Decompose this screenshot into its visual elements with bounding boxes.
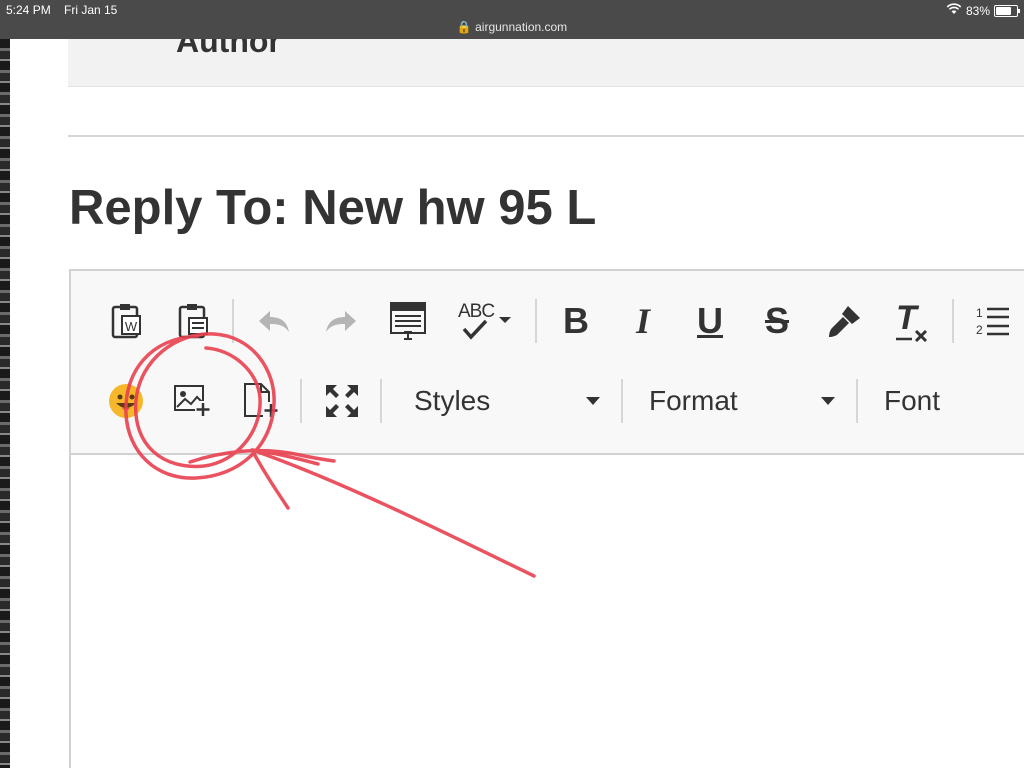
underline-icon: U <box>697 300 723 341</box>
bold-button[interactable]: B <box>554 299 598 343</box>
battery-percent: 83% <box>965 3 990 18</box>
editor-toolbar: W ABC B I U S T 1 2 Styles Format Font <box>71 271 1024 455</box>
wifi-icon <box>946 3 962 18</box>
font-label: Font <box>884 385 941 416</box>
italic-button[interactable]: I <box>621 299 665 343</box>
toolbar-separator <box>535 299 537 343</box>
page-title: Reply To: New hw 95 L <box>69 181 597 235</box>
svg-text:W: W <box>125 319 138 334</box>
bold-icon: B <box>563 300 589 341</box>
battery-icon <box>994 4 1020 17</box>
paste-as-text-icon <box>177 302 211 340</box>
redo-icon <box>323 307 359 335</box>
toolbar-separator <box>856 379 858 423</box>
rich-text-editor[interactable]: W ABC B I U S T 1 2 Styles Format Font <box>69 269 1024 768</box>
strikethrough-button[interactable]: S <box>755 299 799 343</box>
left-edge <box>0 39 10 768</box>
chevron-down-icon <box>821 397 835 405</box>
spellcheck-button[interactable]: ABC <box>456 299 516 343</box>
strikethrough-icon: S <box>764 300 789 341</box>
styles-label: Styles <box>414 385 491 416</box>
numbered-list-icon: 12 <box>975 304 1011 338</box>
address-bar[interactable]: 🔒 airgunnation.com <box>0 20 1024 34</box>
status-bar: 5:24 PM Fri Jan 15 🔒 airgunnation.com 83… <box>0 0 1024 39</box>
spellcheck-icon: ABC <box>456 299 516 343</box>
remove-format-icon: T <box>892 299 932 343</box>
underline-button[interactable]: U <box>688 299 732 343</box>
redo-button[interactable] <box>319 299 363 343</box>
insert-file-button[interactable] <box>239 379 283 423</box>
toolbar-separator <box>380 379 382 423</box>
numbered-list-button[interactable]: 12 <box>971 299 1015 343</box>
copy-formatting-icon <box>826 302 864 340</box>
templates-icon <box>389 301 427 341</box>
status-time: 5:24 PM <box>6 3 51 17</box>
emoji-icon <box>108 383 144 419</box>
maximize-icon <box>324 383 360 419</box>
format-dropdown[interactable]: Format <box>649 379 835 423</box>
lock-icon: 🔒 <box>456 20 472 34</box>
insert-image-icon <box>173 383 213 419</box>
maximize-button[interactable] <box>320 379 364 423</box>
toolbar-separator <box>952 299 954 343</box>
copy-formatting-button[interactable] <box>823 299 867 343</box>
svg-text:2: 2 <box>976 323 983 337</box>
editor-content-area[interactable] <box>71 455 1024 768</box>
toolbar-separator <box>300 379 302 423</box>
author-label: Author <box>176 39 281 59</box>
paste-as-text-button[interactable] <box>172 299 216 343</box>
undo-icon <box>256 307 292 335</box>
divider <box>68 135 1024 137</box>
templates-button[interactable] <box>386 299 430 343</box>
status-date: Fri Jan 15 <box>64 3 118 17</box>
paste-from-word-button[interactable]: W <box>105 299 149 343</box>
author-header: Author <box>68 39 1024 87</box>
paste-from-word-icon: W <box>110 302 144 340</box>
insert-file-icon <box>241 382 281 420</box>
chevron-down-icon <box>586 397 600 405</box>
emoji-button[interactable] <box>104 379 148 423</box>
toolbar-separator <box>621 379 623 423</box>
toolbar-separator <box>232 299 234 343</box>
insert-image-button[interactable] <box>171 379 215 423</box>
format-label: Format <box>649 385 738 416</box>
status-right: 83% <box>946 3 1020 18</box>
undo-button[interactable] <box>252 299 296 343</box>
remove-format-button[interactable]: T <box>890 299 934 343</box>
address-url: airgunnation.com <box>475 20 568 34</box>
italic-icon: I <box>635 301 650 341</box>
styles-dropdown[interactable]: Styles <box>414 379 600 423</box>
font-dropdown[interactable]: Font <box>884 379 1014 423</box>
svg-text:1: 1 <box>976 306 983 320</box>
